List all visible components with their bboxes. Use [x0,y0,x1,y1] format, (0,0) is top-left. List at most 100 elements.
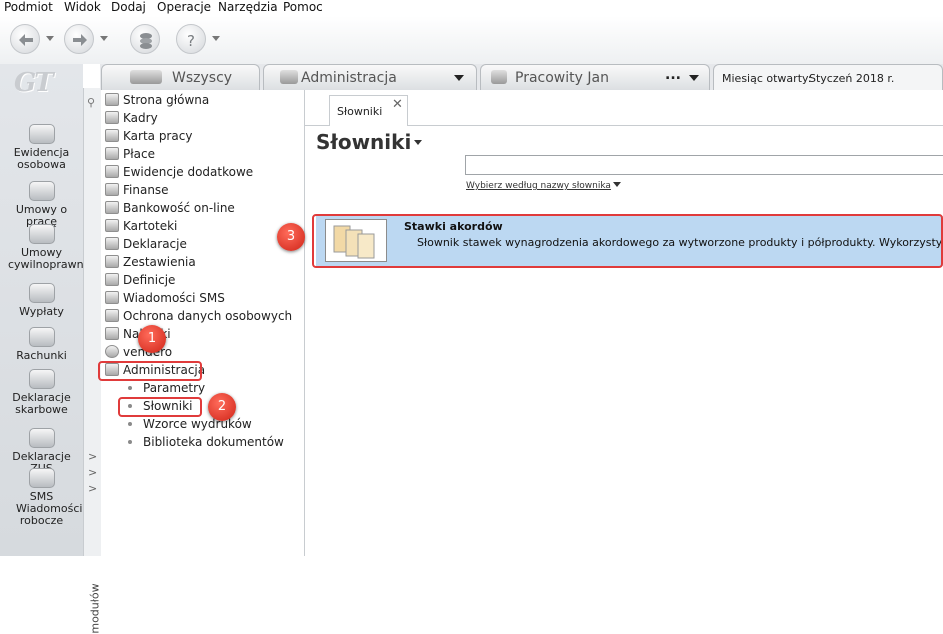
tree-item-strona-glowna[interactable]: Strona główna [105,91,209,109]
tree-item-definicje[interactable]: Definicje [105,271,175,289]
tree-item-bankowosc[interactable]: Bankowość on-line [105,199,235,217]
report-icon [105,255,119,268]
sidebar-item-ewidencja[interactable]: Ewidencja osobowa [0,124,83,171]
shield-icon [105,309,119,322]
page-title-text: Słowniki [316,130,412,154]
sidebar-item-sms[interactable]: SMS Wiadomości robocze [0,468,83,527]
people-icon [280,70,298,84]
chevron-down-icon [100,36,108,41]
menu-narzedzia[interactable]: Narzędzia [218,0,278,15]
finance-icon [105,183,119,196]
back-icon [10,24,40,54]
definitions-icon [105,273,119,286]
tree-item-ochrona-danych[interactable]: Ochrona danych osobowych [105,307,292,325]
menu-widok[interactable]: Widok [64,0,101,15]
app-logo: GT [14,68,54,98]
chevron-down-icon [612,182,621,187]
chevron-down-icon[interactable] [689,75,699,81]
tree-subitem-wzorce-wydrukow[interactable]: Wzorce wydruków [128,415,252,433]
menu-dodaj[interactable]: Dodaj [111,0,146,15]
worksheet-icon [105,129,119,142]
sidebar-item-umowy-cywilnoprawne[interactable]: Umowy cywilnoprawne [0,224,90,271]
tree-item-label: Bankowość on-line [123,201,235,215]
open-month-panel: Miesiąc otwarty: Styczeń 2018 r. [713,64,943,90]
chevron-right-icon[interactable]: > [88,482,97,495]
pin-icon[interactable]: ⚲ [87,96,95,109]
menu-podmiot[interactable]: Podmiot [4,0,53,15]
sidebar-item-umowy-o-prace[interactable]: Umowy o pracę [0,181,83,228]
tree-item-kadry[interactable]: Kadry [105,109,158,127]
home-icon [105,93,119,106]
help-icon: ? [176,24,206,54]
chevron-down-icon [212,36,220,41]
page-title[interactable]: Słowniki [316,130,423,154]
tree-item-zestawienia[interactable]: Zestawienia [105,253,196,271]
bullet-icon [128,440,132,444]
tab-wszyscy[interactable]: Wszyscy [101,64,260,90]
navigation-tree: Strona główna Kadry Karta pracy Płace Ew… [101,90,305,556]
stack-icon [130,24,160,54]
tree-item-label: Biblioteka dokumentów [143,435,284,449]
menu-pomoc[interactable]: Pomoc [283,0,323,15]
zus-icon [28,428,55,448]
tab-label: Wszyscy [172,70,233,86]
tree-item-label: Kadry [123,111,158,125]
civil-contract-icon [28,224,55,244]
tree-item-label: Ewidencje dodatkowe [123,165,254,179]
search-input[interactable] [465,155,943,175]
chevron-right-icon[interactable]: > [88,450,97,463]
tab-administracja[interactable]: Administracja [263,64,477,90]
tree-item-label: Deklaracje [123,237,187,251]
sidebar-item-label: Wypłaty [19,305,64,318]
declaration-icon [105,237,119,250]
tree-item-label: Płace [123,147,155,161]
sidebar-item-deklaracje-skarbowe[interactable]: Deklaracje skarbowe [0,369,83,416]
sidebar-item-wyplaty[interactable]: Wypłaty [0,283,83,318]
search-mode-label: Wybierz według nazwy słownika [466,181,611,191]
chevron-right-icon[interactable]: > [88,466,97,479]
tree-item-wiadomosci-sms[interactable]: Wiadomości SMS [105,289,225,307]
search-mode-link[interactable]: Wybierz według nazwy słownika [466,181,621,191]
more-button[interactable]: ... [665,67,681,83]
sidebar-item-label: Deklaracje skarbowe [12,391,71,416]
tab-pracownik[interactable]: Pracowity Jan ... [480,64,710,90]
person-icon [105,111,119,124]
bank-icon [105,201,119,214]
tree-item-label: Kartoteki [123,219,178,233]
tab-slowniki[interactable]: Słowniki ✕ [329,95,408,126]
tree-item-label: Definicje [123,273,176,287]
tree-item-finanse[interactable]: Finanse [105,181,169,199]
tree-item-ewidencje-dodatkowe[interactable]: Ewidencje dodatkowe [105,163,253,181]
tree-item-place[interactable]: Płace [105,145,155,163]
sms-icon [28,468,55,488]
invoice-icon [28,327,55,347]
bullet-icon [128,386,132,390]
modules-label: modułów [88,583,102,634]
payroll-icon [105,147,119,160]
tree-subitem-biblioteka[interactable]: Biblioteka dokumentów [128,433,284,451]
sidebar-item-rachunki[interactable]: Rachunki [0,327,83,362]
open-month-value[interactable]: Styczeń 2018 r. [809,72,894,85]
menu-operacje[interactable]: Operacje [157,0,211,15]
tree-item-karta-pracy[interactable]: Karta pracy [105,127,192,145]
card-file-icon [105,219,119,232]
bullet-icon [128,422,132,426]
close-icon[interactable]: ✕ [392,97,403,112]
sidebar-item-label: Ewidencja osobowa [13,146,70,171]
tree-item-kartoteki[interactable]: Kartoteki [105,217,177,235]
sms-icon [105,291,119,304]
records-icon [105,165,119,178]
tree-subitem-parametry[interactable]: Parametry [128,379,206,397]
people-icon [130,70,162,84]
chevron-down-icon[interactable] [414,140,423,145]
contract-icon [28,181,55,201]
annotation-badge: 2 [208,393,236,421]
payout-icon [28,283,55,303]
tree-item-label: Parametry [143,381,206,395]
sticker-icon [105,327,119,340]
sidebar-item-label: Rachunki [16,349,67,362]
modules-strip[interactable]: ⚲ > > > modułów [83,88,102,634]
tree-item-deklaracje[interactable]: Deklaracje [105,235,187,253]
chevron-down-icon[interactable] [454,75,464,81]
chevron-down-icon [46,36,54,41]
